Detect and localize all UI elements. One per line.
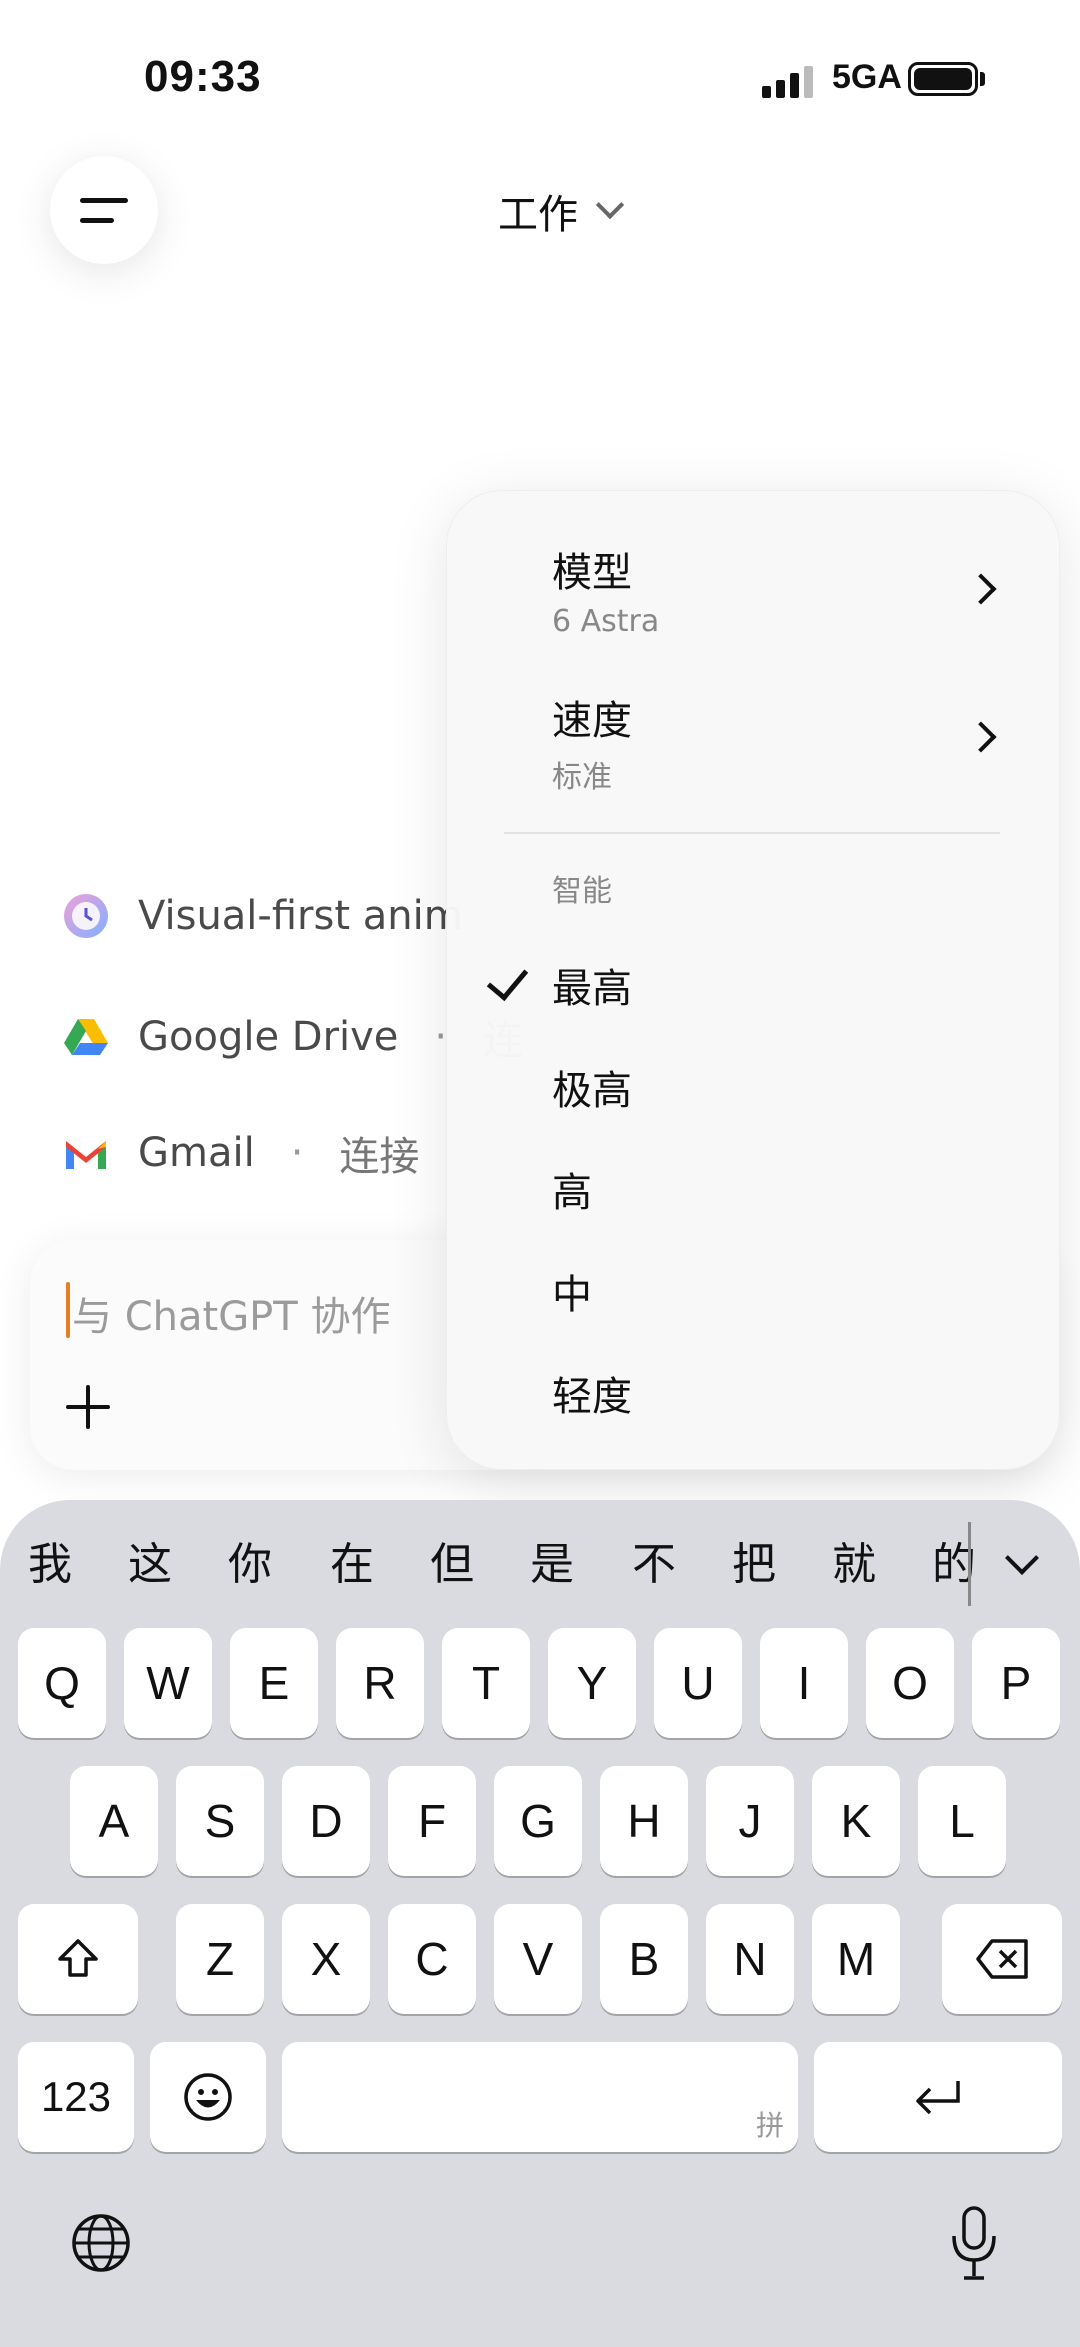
network-type: 5GA bbox=[832, 58, 902, 96]
key-t[interactable]: T bbox=[442, 1628, 530, 1738]
candidate-word[interactable]: 你 bbox=[228, 1528, 272, 1592]
intelligence-option-very-high[interactable]: 极高 bbox=[552, 1058, 632, 1116]
add-attachment-button[interactable] bbox=[66, 1385, 110, 1429]
key-u[interactable]: U bbox=[654, 1628, 742, 1738]
key-x[interactable]: X bbox=[282, 1904, 370, 2014]
suggestion-item[interactable]: Visual-first anim bbox=[62, 892, 463, 940]
numbers-key[interactable]: 123 bbox=[18, 2042, 134, 2152]
key-j[interactable]: J bbox=[706, 1766, 794, 1876]
key-o[interactable]: O bbox=[866, 1628, 954, 1738]
candidate-separator bbox=[968, 1522, 971, 1606]
key-m[interactable]: M bbox=[812, 1904, 900, 2014]
candidate-word[interactable]: 但 bbox=[430, 1528, 474, 1592]
key-b[interactable]: B bbox=[600, 1904, 688, 2014]
settings-dropdown bbox=[446, 490, 1060, 1470]
key-g[interactable]: G bbox=[494, 1766, 582, 1876]
battery-icon bbox=[908, 62, 978, 96]
candidate-word[interactable]: 在 bbox=[330, 1528, 374, 1592]
candidate-word[interactable]: 这 bbox=[128, 1528, 172, 1592]
gmail-icon bbox=[66, 1141, 106, 1169]
emoji-icon bbox=[184, 2073, 232, 2121]
key-d[interactable]: D bbox=[282, 1766, 370, 1876]
cellular-signal-icon bbox=[762, 64, 814, 98]
page-title: 工作 bbox=[498, 192, 578, 238]
menu-divider bbox=[504, 832, 1000, 834]
suggestion-item[interactable]: Gmail · 连接 bbox=[62, 1124, 419, 1182]
intelligence-option-light[interactable]: 轻度 bbox=[552, 1364, 632, 1422]
key-w[interactable]: W bbox=[124, 1628, 212, 1738]
key-i[interactable]: I bbox=[760, 1628, 848, 1738]
key-n[interactable]: N bbox=[706, 1904, 794, 2014]
intelligence-option-high[interactable]: 高 bbox=[552, 1160, 592, 1218]
key-v[interactable]: V bbox=[494, 1904, 582, 2014]
key-z[interactable]: Z bbox=[176, 1904, 264, 2014]
delete-key[interactable] bbox=[942, 1904, 1062, 2014]
pinyin-hint: 拼 bbox=[755, 2110, 784, 2141]
project-title-selector[interactable]: 工作 bbox=[498, 182, 625, 240]
text-cursor bbox=[66, 1282, 70, 1338]
candidate-word[interactable]: 不 bbox=[632, 1528, 676, 1592]
microphone-icon[interactable] bbox=[950, 2206, 998, 2282]
key-y[interactable]: Y bbox=[548, 1628, 636, 1738]
candidate-word[interactable]: 把 bbox=[732, 1528, 776, 1592]
google-drive-icon bbox=[64, 1019, 108, 1055]
shift-key[interactable] bbox=[18, 1904, 138, 2014]
candidate-word[interactable]: 我 bbox=[28, 1528, 72, 1592]
status-time: 09:33 bbox=[144, 52, 262, 101]
candidate-word[interactable]: 就 bbox=[832, 1528, 876, 1592]
key-e[interactable]: E bbox=[230, 1628, 318, 1738]
key-k[interactable]: K bbox=[812, 1766, 900, 1876]
key-p[interactable]: P bbox=[972, 1628, 1060, 1738]
space-key[interactable]: 拼 bbox=[282, 2042, 798, 2152]
shift-icon bbox=[58, 1939, 98, 1977]
key-a[interactable]: A bbox=[70, 1766, 158, 1876]
emoji-key[interactable] bbox=[150, 2042, 266, 2152]
key-c[interactable]: C bbox=[388, 1904, 476, 2014]
return-key[interactable] bbox=[814, 2042, 1062, 2152]
sidebar-menu-button[interactable] bbox=[50, 156, 158, 264]
battery-tip bbox=[980, 72, 985, 86]
candidate-bar: 我 这 你 在 但 是 不 把 就 的 bbox=[0, 1528, 1080, 1598]
key-s[interactable]: S bbox=[176, 1766, 264, 1876]
key-f[interactable]: F bbox=[388, 1766, 476, 1876]
chevron-down-icon bbox=[595, 190, 625, 220]
candidate-word[interactable]: 是 bbox=[530, 1528, 574, 1592]
clock-app-icon bbox=[64, 894, 108, 938]
key-r[interactable]: R bbox=[336, 1628, 424, 1738]
intelligence-option-medium[interactable]: 中 bbox=[552, 1262, 592, 1320]
return-icon bbox=[916, 2081, 960, 2115]
intelligence-section-header: 智能 bbox=[552, 874, 612, 909]
backspace-icon bbox=[976, 1939, 1028, 1979]
key-q[interactable]: Q bbox=[18, 1628, 106, 1738]
menu-icon bbox=[80, 198, 128, 203]
menu-item-model[interactable]: 模型 6 Astra bbox=[552, 540, 659, 639]
menu-item-speed[interactable]: 速度 标准 bbox=[552, 688, 632, 796]
globe-icon[interactable] bbox=[70, 2212, 132, 2274]
intelligence-option-highest[interactable]: 最高 bbox=[552, 956, 632, 1014]
key-h[interactable]: H bbox=[600, 1766, 688, 1876]
key-l[interactable]: L bbox=[918, 1766, 1006, 1876]
composer-input[interactable]: 与 ChatGPT 协作 bbox=[72, 1284, 390, 1342]
